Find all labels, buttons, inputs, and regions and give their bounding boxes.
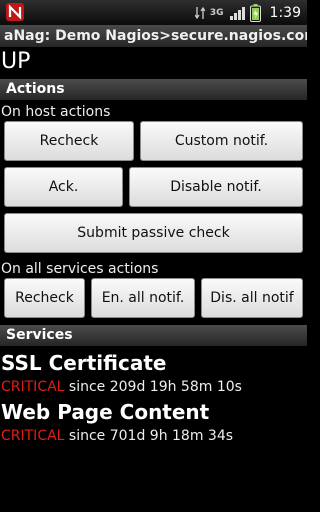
custom-notif-button[interactable]: Custom notif.	[140, 121, 303, 161]
disable-notif-button[interactable]: Disable notif.	[129, 167, 303, 207]
app-title: aNag: Demo Nagios>secure.nagios.com	[0, 25, 307, 47]
battery-icon	[249, 3, 261, 22]
download-arrows-icon	[194, 6, 205, 19]
services-header: Services	[0, 325, 307, 346]
status-bar: 3G 1:39	[0, 0, 307, 25]
service-status: CRITICAL since 701d 9h 18m 34s	[1, 427, 233, 445]
service-status: CRITICAL since 209d 19h 58m 10s	[1, 378, 242, 396]
actions-header: Actions	[0, 79, 307, 100]
service-duration: since 209d 19h 58m 10s	[64, 379, 242, 395]
ack-button[interactable]: Ack.	[4, 167, 123, 207]
nagios-app-icon	[6, 3, 24, 21]
services-recheck-button[interactable]: Recheck	[4, 278, 85, 318]
service-state: CRITICAL	[1, 428, 65, 444]
service-state: CRITICAL	[1, 379, 65, 395]
host-state: UP	[1, 49, 31, 74]
enable-all-notif-button[interactable]: En. all notif.	[91, 278, 195, 318]
service-name[interactable]: Web Page Content	[1, 400, 209, 424]
service-duration: since 701d 9h 18m 34s	[64, 428, 234, 444]
host-actions-label: On host actions	[1, 104, 111, 120]
network-type-label: 3G	[209, 7, 224, 18]
submit-passive-check-button[interactable]: Submit passive check	[4, 213, 303, 253]
clock: 1:39	[269, 4, 301, 21]
disable-all-notif-button[interactable]: Dis. all notif	[201, 278, 303, 318]
recheck-button[interactable]: Recheck	[4, 121, 134, 161]
signal-icon	[229, 6, 245, 20]
all-services-actions-label: On all services actions	[1, 261, 159, 277]
service-name[interactable]: SSL Certificate	[1, 351, 166, 375]
